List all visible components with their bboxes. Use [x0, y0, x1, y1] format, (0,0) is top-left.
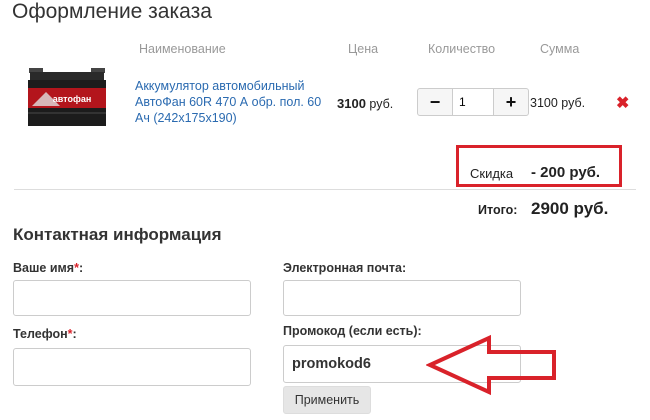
arrow-left-icon [426, 334, 556, 396]
promo-label: Промокод (если есть): [283, 324, 422, 338]
column-header-quantity: Количество [428, 42, 496, 56]
divider [14, 189, 636, 190]
total-label: Итого: [478, 203, 518, 217]
phone-field[interactable] [13, 348, 251, 386]
product-price: 3100 руб. [337, 96, 393, 111]
total-value: 2900 руб. [531, 199, 609, 218]
product-price-currency: руб. [365, 97, 394, 111]
name-label-text: Ваше имя [13, 261, 75, 275]
contact-section-title: Контактная информация [13, 225, 222, 244]
quantity-stepper: − + [417, 88, 529, 116]
column-header-sum: Сумма [540, 42, 580, 56]
label-colon: : [72, 327, 77, 341]
apply-promo-button[interactable]: Применить [283, 386, 371, 414]
product-name-link[interactable]: Аккумулятор автомобильный АвтоФан 60R 47… [135, 78, 330, 126]
email-label: Электронная почта: [283, 261, 407, 275]
discount-label: Скидка [470, 166, 514, 181]
product-brand-text: автофан [53, 94, 92, 104]
phone-label-text: Телефон [13, 327, 68, 341]
quantity-decrease-button[interactable]: − [417, 88, 453, 116]
product-image[interactable]: автофан [26, 68, 108, 128]
name-label: Ваше имя*: [13, 261, 83, 275]
name-field[interactable] [13, 280, 251, 316]
product-price-value: 3100 [337, 96, 366, 111]
remove-item-close-icon[interactable]: ✖ [616, 93, 629, 113]
quantity-increase-button[interactable]: + [493, 88, 529, 116]
product-sum: 3100 руб. [530, 96, 586, 110]
column-header-price: Цена [348, 42, 379, 56]
discount-value: - 200 руб. [531, 164, 601, 181]
quantity-input[interactable] [453, 88, 493, 116]
phone-label: Телефон*: [13, 327, 77, 341]
email-field[interactable] [283, 280, 521, 316]
label-colon: : [78, 261, 84, 275]
page-title: Оформление заказа [12, 0, 212, 23]
column-header-name: Наименование [139, 42, 226, 56]
